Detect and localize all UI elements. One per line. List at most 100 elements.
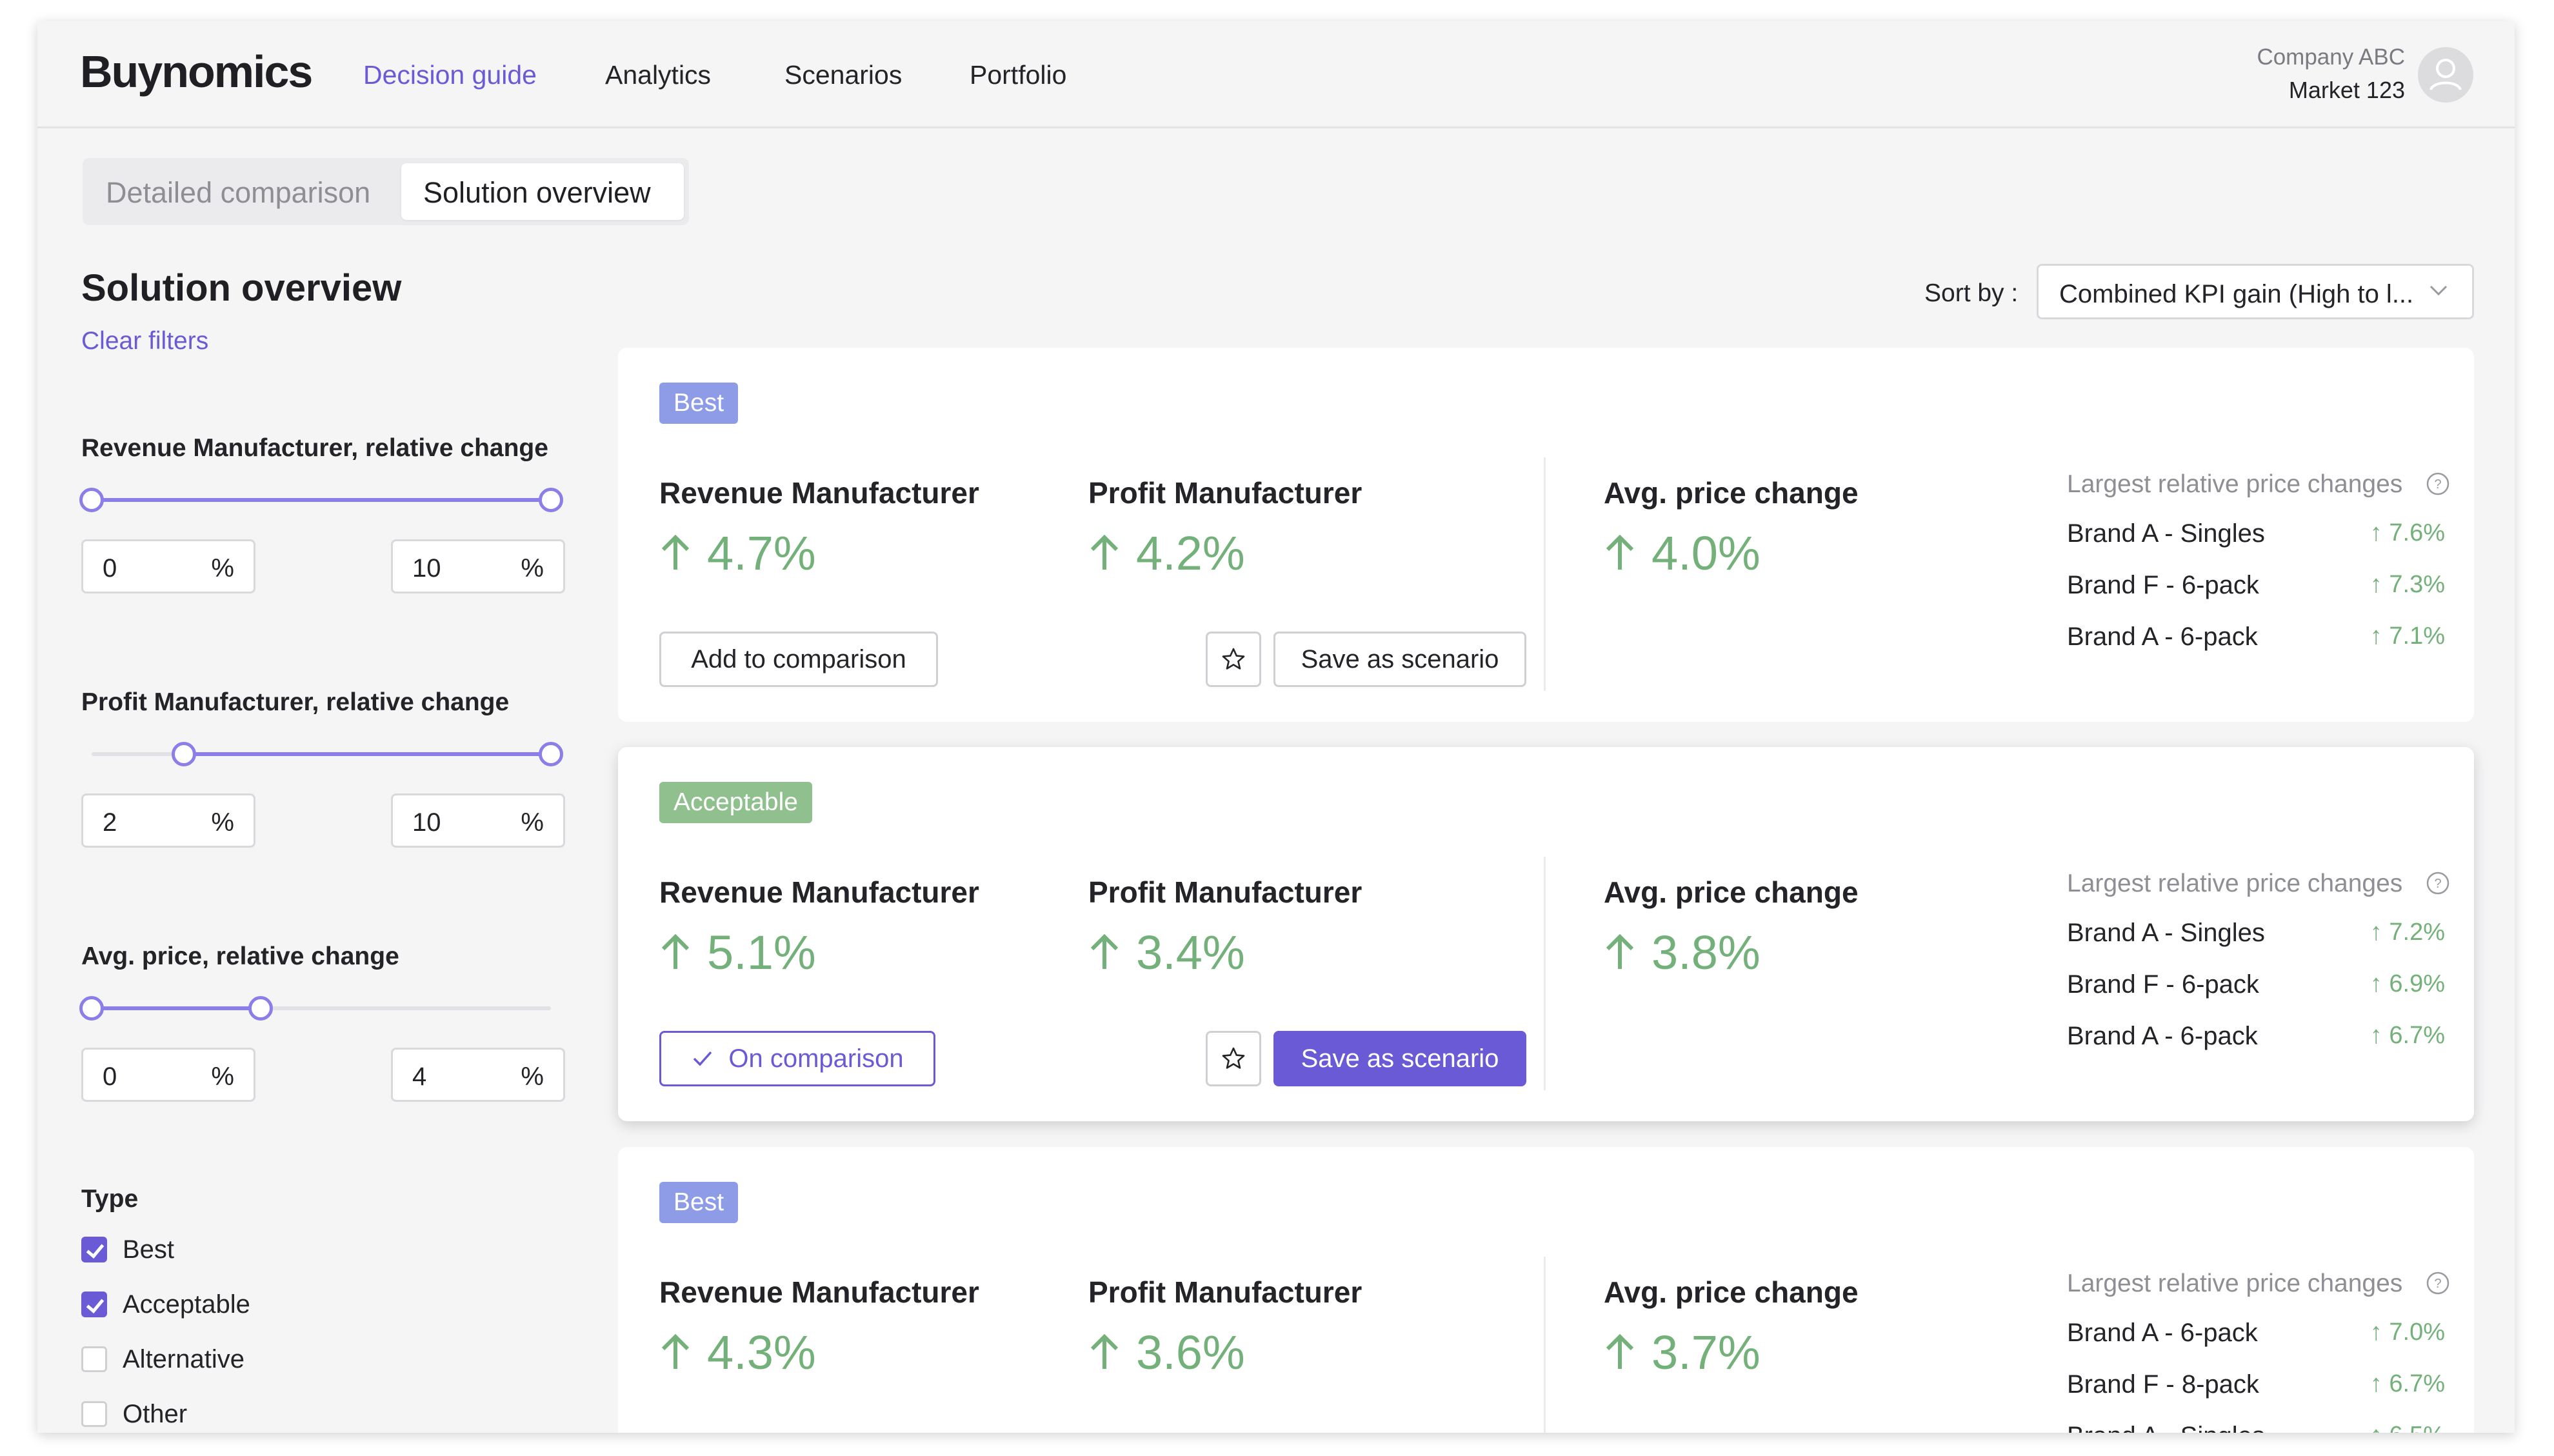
profit-min-input[interactable]: 2 % xyxy=(81,793,255,848)
arrow-up-icon xyxy=(661,534,690,570)
slider-min-handle[interactable] xyxy=(79,488,104,512)
sort-dropdown[interactable]: Combined KPI gain (High to l... xyxy=(2037,264,2474,319)
input-unit: % xyxy=(211,1062,234,1091)
on-comparison-button[interactable]: On comparison xyxy=(659,1031,935,1086)
arrow-up-icon xyxy=(1606,933,1634,969)
product-name: Brand A - 6-pack xyxy=(2067,1319,2258,1347)
price-change-value: 6.5% xyxy=(2370,1422,2445,1433)
profit-kpi-value: 3.6% xyxy=(1088,1325,1245,1380)
avg-price-value-text: 3.8% xyxy=(1651,926,1761,979)
largest-price-changes-title: Largest relative price changes xyxy=(2067,470,2403,498)
price-change-row: Brand A - 6-pack 6.7% xyxy=(2067,1022,2467,1061)
tab-solution-overview-label: Solution overview xyxy=(423,176,651,209)
filter-profit-label: Profit Manufacturer, relative change xyxy=(81,688,510,716)
profit-kpi-title: Profit Manufacturer xyxy=(1088,1275,1362,1309)
star-icon xyxy=(1222,648,1245,670)
input-unit: % xyxy=(521,554,544,583)
price-change-row: Brand A - 6-pack 7.0% xyxy=(2067,1319,2467,1357)
solution-card: Best Revenue Manufacturer 4.7% Profit Ma… xyxy=(618,348,2474,722)
slider-min-handle[interactable] xyxy=(172,742,196,766)
company-name: Company ABC xyxy=(2257,45,2405,70)
price-change-row: Brand F - 6-pack 7.3% xyxy=(2067,571,2467,610)
price-change-row: Brand A - Singles 7.2% xyxy=(2067,919,2467,957)
favorite-button[interactable] xyxy=(1206,632,1261,687)
price-change-row: Brand A - Singles 7.6% xyxy=(2067,519,2467,558)
slider-min-handle[interactable] xyxy=(79,996,104,1021)
price-change-value: 7.0% xyxy=(2370,1319,2445,1346)
product-name: Brand F - 6-pack xyxy=(2067,571,2259,599)
save-as-scenario-button[interactable]: Save as scenario xyxy=(1273,632,1526,687)
revenue-kpi-title: Revenue Manufacturer xyxy=(659,875,979,909)
user-avatar-icon[interactable] xyxy=(2418,47,2473,103)
avg-price-min-input[interactable]: 0 % xyxy=(81,1048,255,1102)
avg-price-kpi-value: 3.8% xyxy=(1604,925,1761,980)
check-icon xyxy=(693,1051,712,1066)
slider-fill xyxy=(184,752,551,756)
nav-analytics[interactable]: Analytics xyxy=(605,60,711,90)
checkbox-icon[interactable] xyxy=(81,1401,107,1427)
checkbox-icon[interactable] xyxy=(81,1346,107,1372)
tab-detailed-comparison[interactable]: Detailed comparison xyxy=(106,176,370,210)
arrow-up-icon xyxy=(1090,933,1119,969)
tab-solution-overview[interactable]: Solution overview xyxy=(401,163,684,220)
favorite-button[interactable] xyxy=(1206,1031,1261,1086)
profit-range-slider[interactable] xyxy=(92,742,563,766)
help-icon[interactable]: ? xyxy=(2426,1271,2450,1295)
price-change-value: 7.2% xyxy=(2370,919,2445,946)
checkbox-label: Other xyxy=(123,1400,188,1428)
type-filter-label: Type xyxy=(81,1185,139,1213)
svg-text:?: ? xyxy=(2434,1277,2441,1291)
sidebar-title: Solution overview xyxy=(81,267,402,309)
input-value: 2 xyxy=(103,808,117,837)
price-change-value: 6.9% xyxy=(2370,970,2445,998)
product-name: Brand F - 6-pack xyxy=(2067,970,2259,999)
sort-label: Sort by : xyxy=(1924,279,2019,307)
input-value: 0 xyxy=(103,1062,117,1091)
revenue-min-input[interactable]: 0 % xyxy=(81,539,255,593)
add-to-comparison-button[interactable]: Add to comparison xyxy=(659,632,938,687)
largest-price-changes-title: Largest relative price changes xyxy=(2067,1270,2403,1297)
avg-price-max-input[interactable]: 4 % xyxy=(391,1048,565,1102)
nav-portfolio[interactable]: Portfolio xyxy=(970,60,1066,90)
product-name: Brand A - Singles xyxy=(2067,1422,2265,1433)
avg-price-value-text: 3.7% xyxy=(1651,1326,1761,1379)
revenue-max-input[interactable]: 10 % xyxy=(391,539,565,593)
profit-value-text: 4.2% xyxy=(1136,526,1245,580)
avg-price-range-slider[interactable] xyxy=(79,996,551,1021)
nav-decision-guide[interactable]: Decision guide xyxy=(363,60,537,90)
revenue-range-slider[interactable] xyxy=(79,488,563,512)
slider-max-handle[interactable] xyxy=(248,996,273,1021)
slider-max-handle[interactable] xyxy=(539,742,563,766)
arrow-up-icon xyxy=(1090,1333,1119,1369)
input-unit: % xyxy=(211,554,234,583)
input-unit: % xyxy=(521,808,544,837)
save-as-scenario-button[interactable]: Save as scenario xyxy=(1273,1031,1526,1086)
price-change-value: 7.1% xyxy=(2370,623,2445,650)
avg-price-kpi-title: Avg. price change xyxy=(1604,476,1859,510)
market-name: Market 123 xyxy=(2288,77,2405,103)
price-change-value: 6.7% xyxy=(2370,1022,2445,1050)
svg-text:?: ? xyxy=(2434,877,2441,891)
price-change-value: 6.7% xyxy=(2370,1370,2445,1398)
arrow-up-icon xyxy=(1090,534,1119,570)
slider-max-handle[interactable] xyxy=(539,488,563,512)
checkbox-icon[interactable] xyxy=(81,1237,107,1262)
revenue-kpi-value: 5.1% xyxy=(659,925,816,980)
avg-price-kpi-value: 3.7% xyxy=(1604,1325,1761,1380)
product-name: Brand F - 8-pack xyxy=(2067,1370,2259,1399)
price-change-row: Brand F - 8-pack 6.7% xyxy=(2067,1370,2467,1409)
profit-kpi-title: Profit Manufacturer xyxy=(1088,875,1362,909)
help-icon[interactable]: ? xyxy=(2426,871,2450,895)
checkbox-icon[interactable] xyxy=(81,1291,107,1317)
profit-max-input[interactable]: 10 % xyxy=(391,793,565,848)
slider-fill xyxy=(92,1006,261,1010)
profit-kpi-value: 4.2% xyxy=(1088,526,1245,581)
help-icon[interactable]: ? xyxy=(2426,472,2450,496)
nav-scenarios[interactable]: Scenarios xyxy=(784,60,902,90)
avg-price-kpi-title: Avg. price change xyxy=(1604,1275,1859,1309)
profit-value-text: 3.4% xyxy=(1136,926,1245,979)
input-value: 10 xyxy=(412,554,441,583)
clear-filters-link[interactable]: Clear filters xyxy=(81,327,208,355)
profit-kpi-value: 3.4% xyxy=(1088,925,1245,980)
input-value: 0 xyxy=(103,554,117,583)
